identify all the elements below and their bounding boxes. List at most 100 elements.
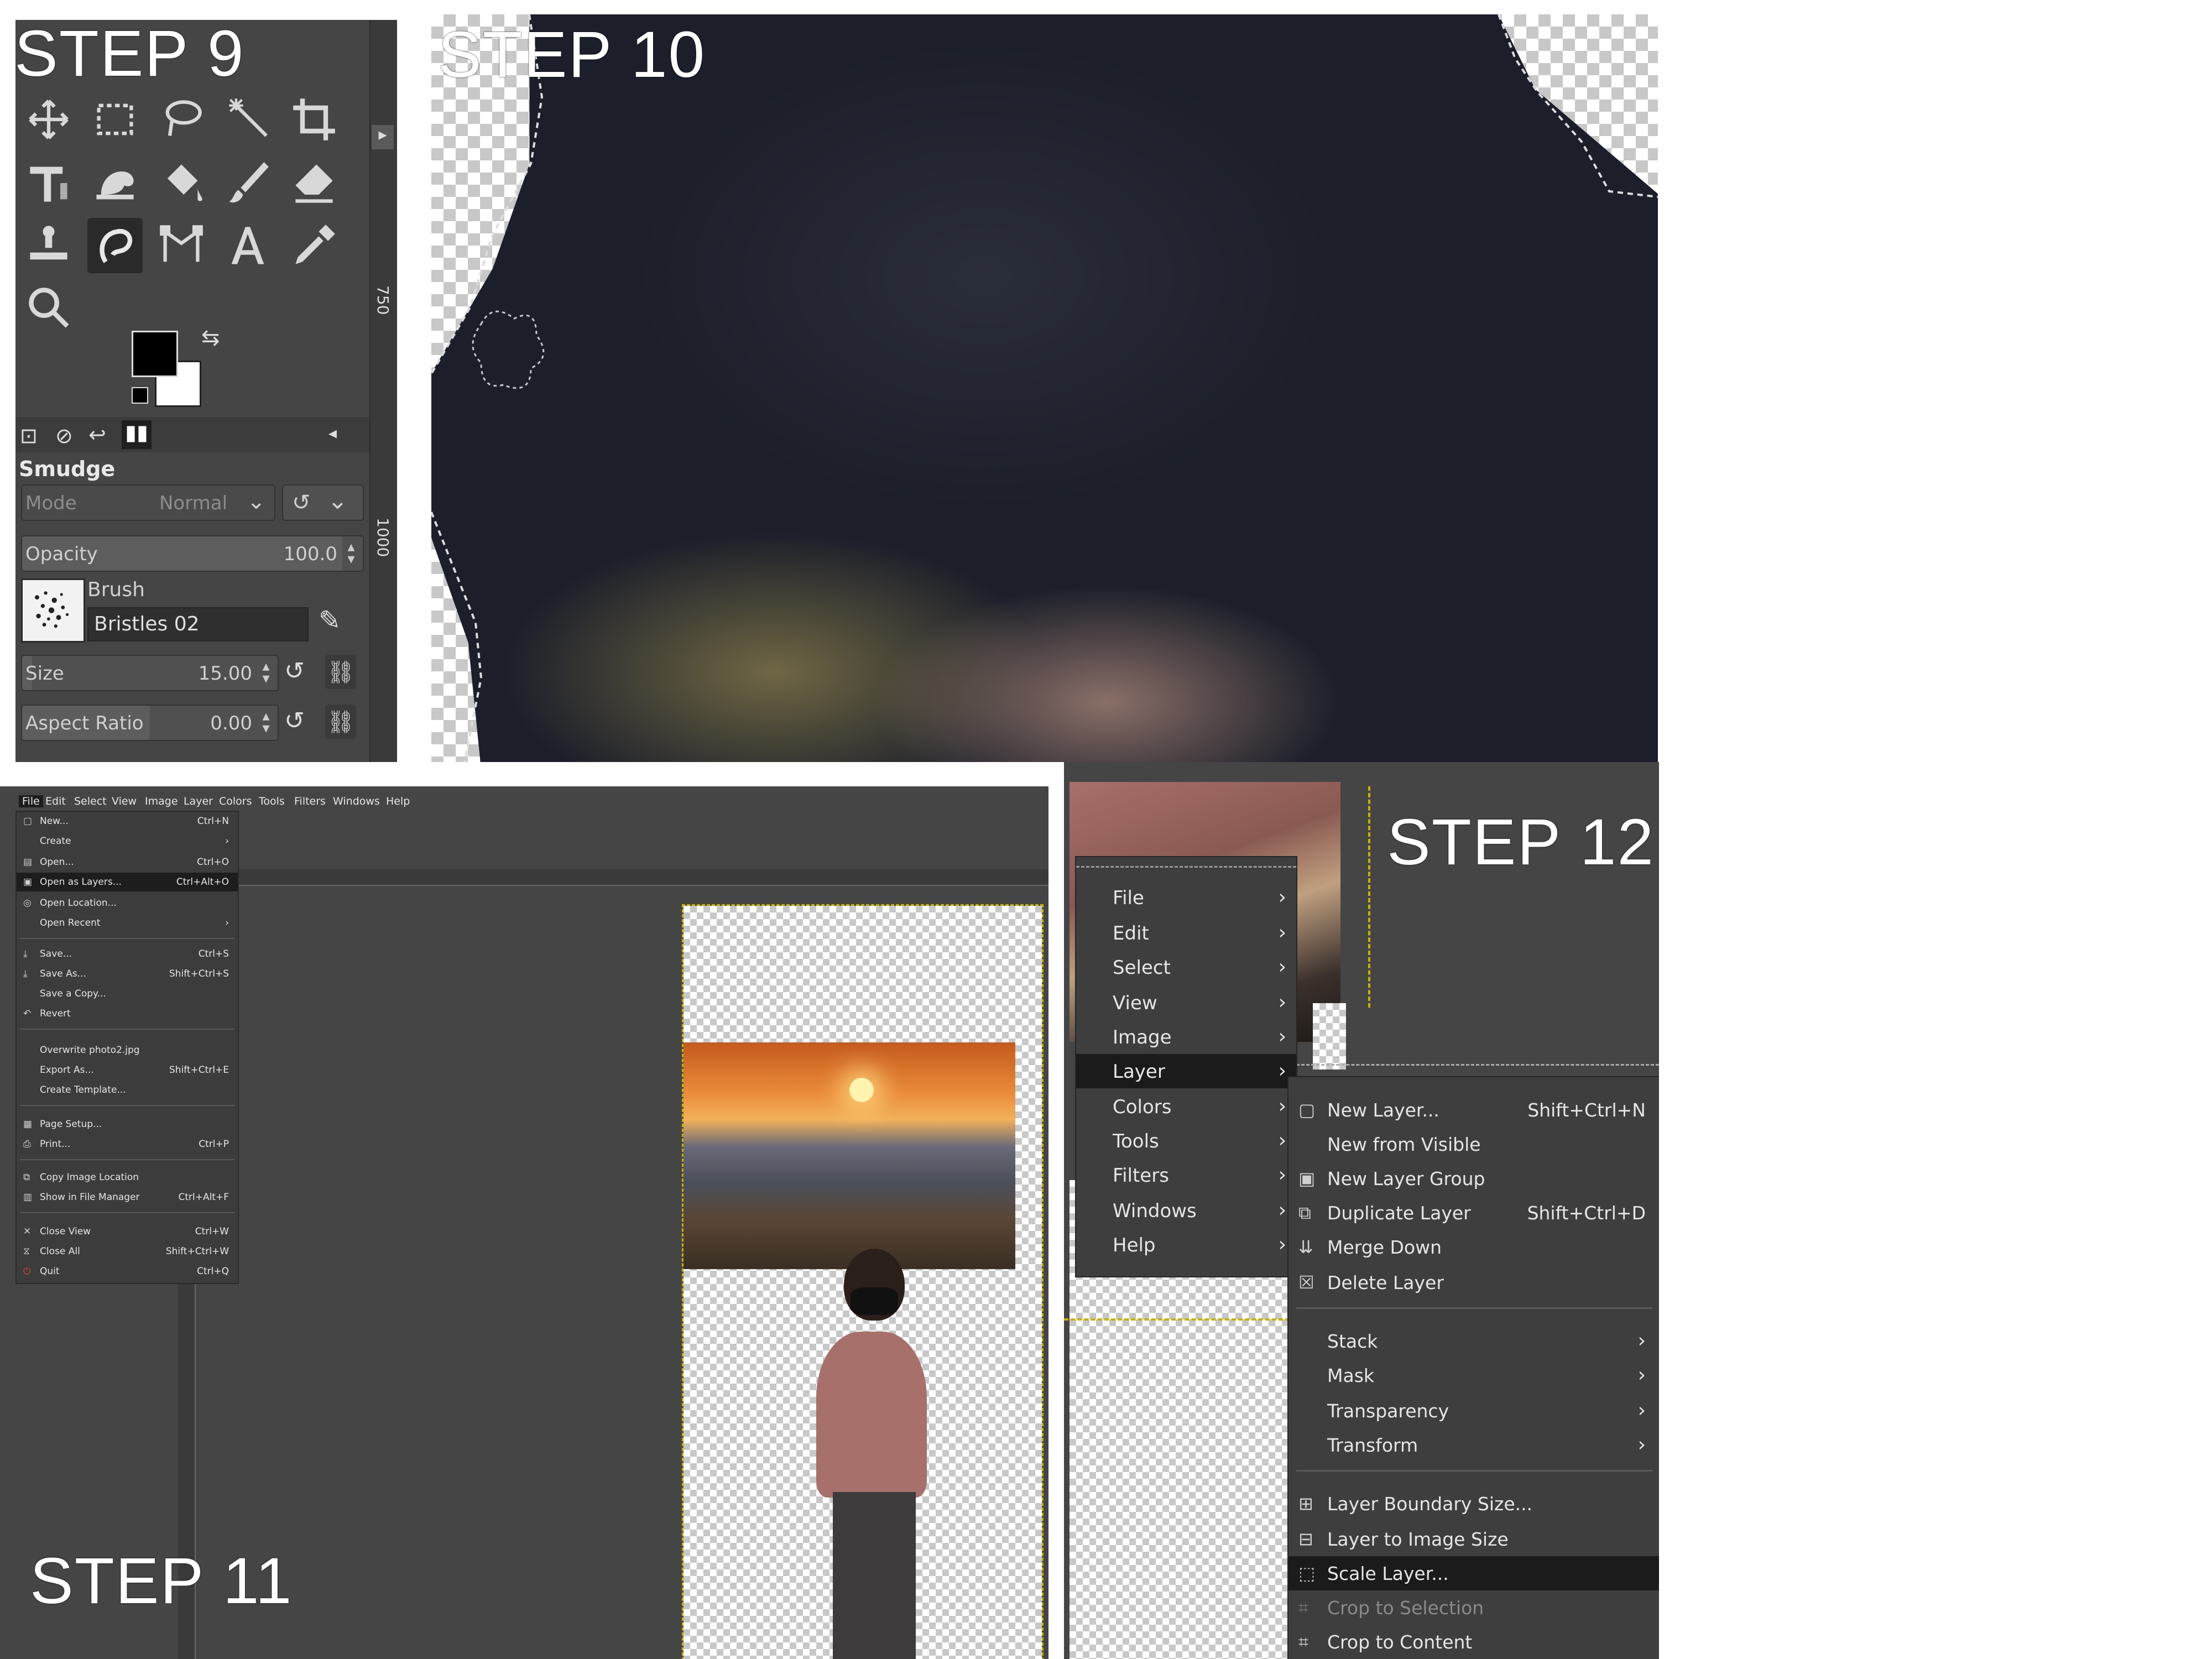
menu-item-crop-to-selection[interactable]: ⌗ Crop to Selection [1288,1590,1659,1625]
paintbrush-icon[interactable] [220,155,275,211]
menu-item-save-copy[interactable]: Save a Copy... [17,984,238,1003]
menu-item-layer-boundary-size[interactable]: ⊞ Layer Boundary Size... [1288,1486,1659,1521]
spin-icon[interactable]: ▴ ▾ [258,659,274,687]
menu-item-create[interactable]: Create › [17,832,238,851]
menu-item-show-in-file-manager[interactable]: ▥ Show in File Manager Ctrl+Alt+F [17,1188,238,1207]
menu-tools[interactable]: Tools [259,795,285,807]
image-canvas[interactable] [682,904,1044,1659]
zoom-icon[interactable] [21,280,76,335]
dock-menu-icon[interactable]: ◂ [328,424,337,443]
menu-windows[interactable]: Windows [333,795,380,807]
unified-transform-icon[interactable] [21,155,76,211]
menu-item-edit[interactable]: Edit › [1076,916,1296,950]
menu-item-open-as-layers[interactable]: ▣ Open as Layers... Ctrl+Alt+O [17,873,238,891]
menu-item-filters[interactable]: Filters › [1076,1158,1296,1192]
warp-icon[interactable] [87,155,143,211]
device-status-tab-icon[interactable]: ⊘ [55,424,73,448]
menu-item-open-location[interactable]: ◎ Open Location... [17,894,238,912]
menu-item-quit[interactable]: ⏻ Quit Ctrl+Q [17,1262,238,1281]
menu-item-close-view[interactable]: ✕ Close View Ctrl+W [17,1222,238,1241]
eraser-icon[interactable] [286,155,342,211]
menu-view[interactable]: View [112,795,137,807]
menu-item-view[interactable]: View › [1076,985,1296,1020]
rect-select-icon[interactable] [87,92,143,147]
menu-item-transparency[interactable]: Transparency › [1288,1394,1659,1428]
menu-item-new[interactable]: ▢ New... Ctrl+N [17,812,238,831]
bucket-fill-icon[interactable] [154,155,209,211]
menu-item-page-setup[interactable]: ▦ Page Setup... [17,1115,238,1134]
menu-item-colors[interactable]: Colors › [1076,1089,1296,1124]
menu-item-open-recent[interactable]: Open Recent › [17,914,238,932]
reset-size-icon[interactable]: ↺ [284,657,305,685]
menu-select[interactable]: Select [74,795,107,807]
swap-colors-icon[interactable]: ⇆ [201,325,220,351]
brush-name-field[interactable]: Bristles 02 [87,607,309,641]
tool-options-tab-icon[interactable]: ⊡ [20,424,38,448]
size-slider[interactable]: Size 15.00 ▴ ▾ [21,655,279,691]
menu-item-windows[interactable]: Windows › [1076,1193,1296,1228]
menu-item-overwrite[interactable]: Overwrite photo2.jpg [17,1041,238,1060]
edit-brush-icon[interactable]: ✎ [319,605,341,636]
menu-filters[interactable]: Filters [294,795,326,807]
text-icon[interactable] [220,218,275,273]
fuzzy-select-icon[interactable] [220,92,275,147]
menu-item-duplicate-layer[interactable]: ⧉ Duplicate Layer Shift+Ctrl+D [1288,1196,1659,1230]
link-size-icon[interactable]: ⛓ [325,655,356,689]
foreground-color-swatch[interactable] [132,331,178,377]
menu-item-select[interactable]: Select › [1076,950,1296,984]
menu-item-help[interactable]: Help › [1076,1228,1296,1262]
menu-item-copy-location[interactable]: ⧉ Copy Image Location [17,1168,238,1187]
menu-item-layer[interactable]: Layer › [1076,1054,1296,1088]
menu-item-image[interactable]: Image › [1076,1020,1296,1054]
reset-aspect-icon[interactable]: ↺ [284,707,305,735]
menu-item-mask[interactable]: Mask › [1288,1358,1659,1392]
menu-item-save[interactable]: ⤓ Save... Ctrl+S [17,945,238,963]
menu-item-new-from-visible[interactable]: New from Visible [1288,1127,1659,1161]
menu-item-layer-to-image-size[interactable]: ⊟ Layer to Image Size [1288,1522,1659,1556]
spin-icon[interactable]: ▴ ▾ [258,709,274,737]
menu-file[interactable]: File [19,795,43,807]
menu-item-save-as[interactable]: ⤓ Save As... Shift+Ctrl+S [17,964,238,983]
menu-item-print[interactable]: ⎙ Print... Ctrl+P [17,1135,238,1154]
color-picker-icon[interactable] [286,218,342,273]
menu-item-revert[interactable]: ↶ Revert [17,1004,238,1023]
default-colors-icon[interactable] [132,387,148,404]
menu-item-crop-to-content[interactable]: ⌗ Crop to Content [1288,1625,1659,1659]
aspect-ratio-slider[interactable]: Aspect Ratio 0.00 ▴ ▾ [21,705,279,741]
mode-dropdown[interactable]: Mode Normal ⌄ [21,484,275,521]
menu-item-close-all[interactable]: ⧖ Close All Shift+Ctrl+W [17,1242,238,1261]
paths-icon[interactable] [154,218,209,273]
undo-history-tab-icon[interactable]: ↩ [88,422,106,447]
menu-item-export-as[interactable]: Export As... Shift+Ctrl+E [17,1061,238,1079]
crop-icon[interactable] [286,92,342,147]
move-icon[interactable] [21,92,76,147]
zoomed-canvas[interactable] [431,14,1658,762]
link-aspect-icon[interactable]: ⛓ [325,705,356,739]
menu-item-open[interactable]: ▤ Open... Ctrl+O [17,853,238,872]
menu-item-file[interactable]: File › [1076,880,1296,915]
menu-item-stack[interactable]: Stack › [1288,1324,1659,1358]
expand-icon[interactable]: ▸ [372,125,394,149]
menu-item-tools[interactable]: Tools › [1076,1124,1296,1158]
lasso-icon[interactable] [154,92,209,147]
images-tab-icon[interactable]: ▮▮ [122,420,152,449]
menu-layer[interactable]: Layer [184,795,213,807]
menu-item-create-template[interactable]: Create Template... [17,1081,238,1099]
opacity-slider[interactable]: Opacity 100.0 ▴ ▾ [21,535,364,572]
menu-help[interactable]: Help [386,795,410,807]
menu-item-transform[interactable]: Transform › [1288,1428,1659,1462]
clone-icon[interactable] [21,218,76,273]
menu-item-new-layer[interactable]: ▢ New Layer... Shift+Ctrl+N [1288,1093,1659,1127]
menu-image[interactable]: Image [145,795,178,807]
menu-colors[interactable]: Colors [219,795,252,807]
menu-item-new-layer-group[interactable]: ▣ New Layer Group [1288,1161,1659,1196]
spin-icon[interactable]: ▴ ▾ [343,540,359,567]
delete-icon: ☒ [1298,1272,1314,1293]
brush-preview[interactable] [21,578,85,643]
menu-edit[interactable]: Edit [45,795,66,807]
smudge-icon[interactable] [87,218,143,273]
mode-reset-dropdown[interactable]: ↺ ⌄ [282,484,364,521]
menu-item-scale-layer[interactable]: ⬚ Scale Layer... [1288,1556,1659,1590]
menu-item-merge-down[interactable]: ⇊ Merge Down [1288,1230,1659,1264]
menu-item-delete-layer[interactable]: ☒ Delete Layer [1288,1265,1659,1300]
